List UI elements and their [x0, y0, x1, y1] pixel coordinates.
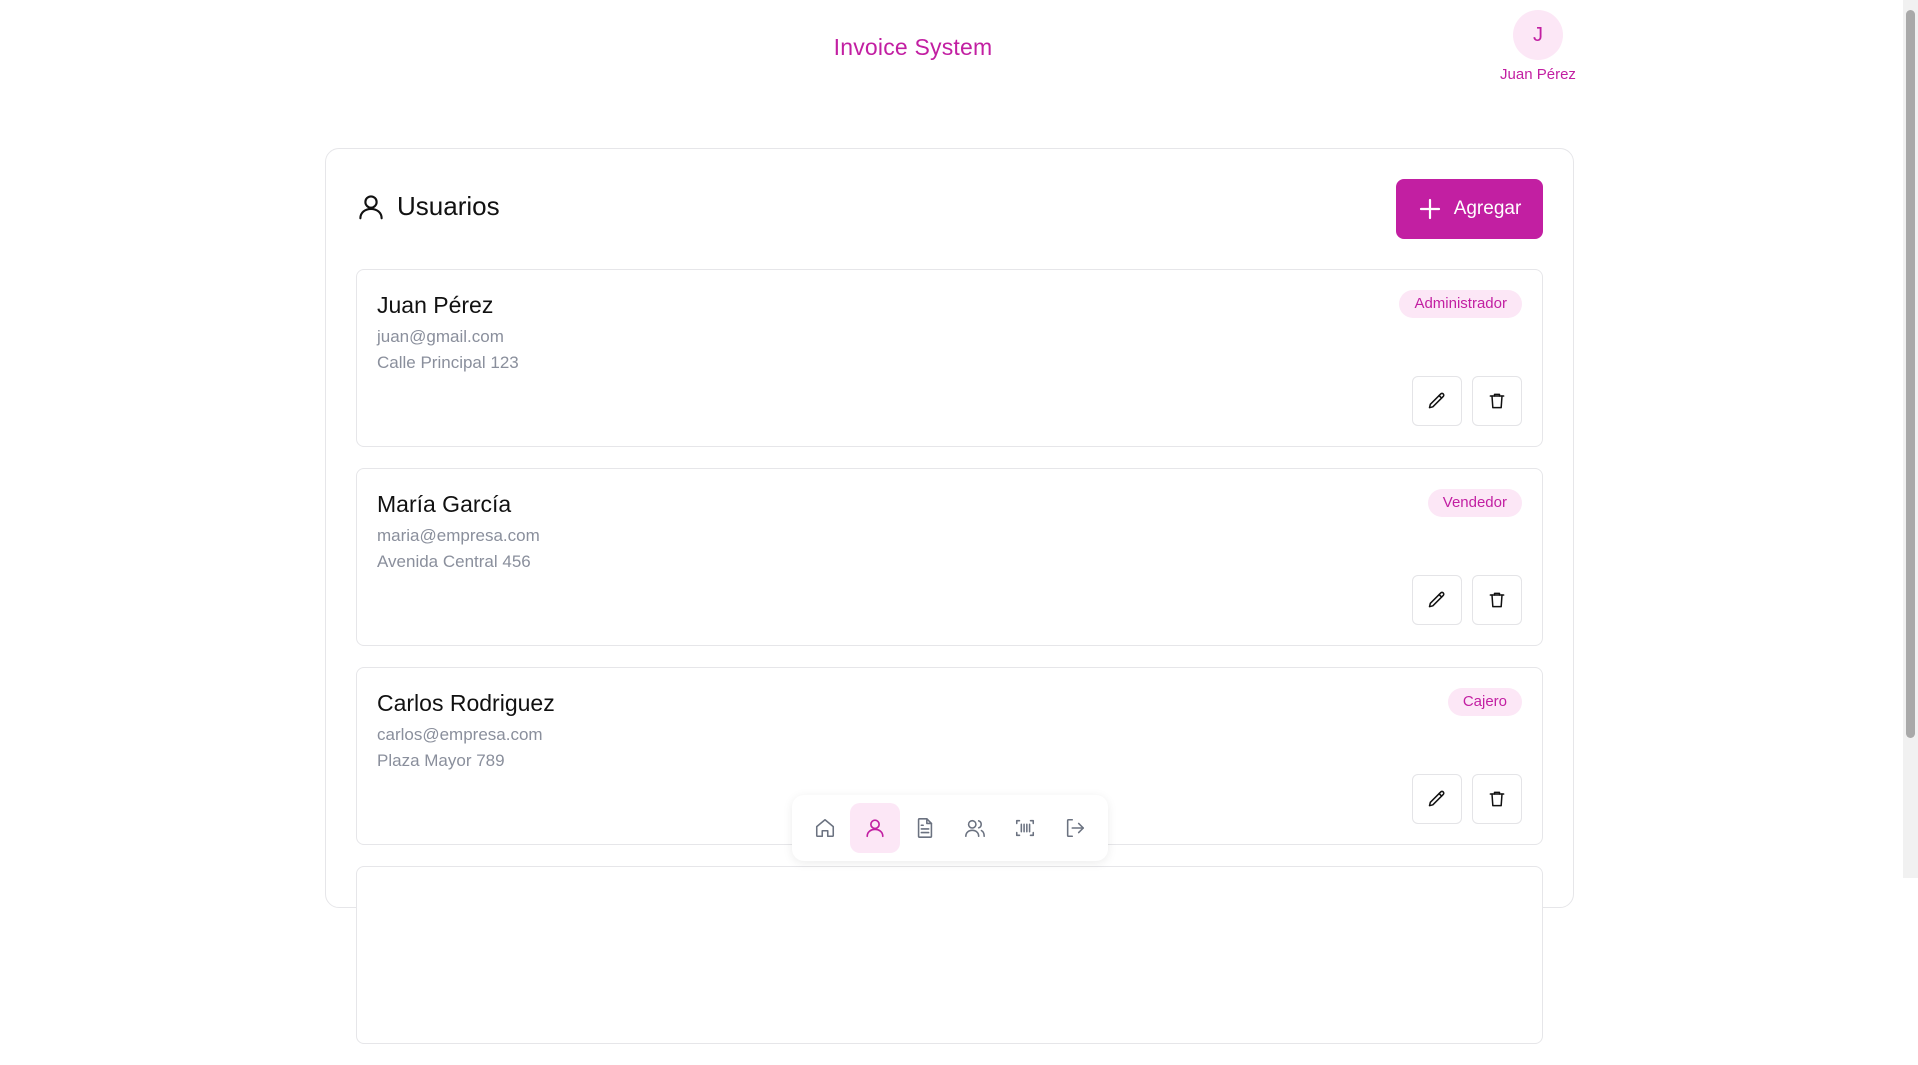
- user-card-name: Carlos Rodriguez: [377, 690, 555, 716]
- user-card-email: carlos@empresa.com: [377, 725, 543, 744]
- user-name: Juan Pérez: [1500, 66, 1576, 83]
- add-user-label: Agregar: [1453, 198, 1522, 219]
- user-card-email: juan@gmail.com: [377, 327, 504, 346]
- user-card: [356, 866, 1543, 1044]
- role-badge: Administrador: [1399, 290, 1522, 318]
- user-card-address: Avenida Central 456: [377, 552, 531, 571]
- delete-user-button[interactable]: [1472, 376, 1522, 426]
- user-list: Juan Pérez juan@gmail.com Calle Principa…: [356, 269, 1543, 1065]
- users-panel: Usuarios Agregar Juan Pérez juan@gmail.c…: [325, 148, 1574, 1044]
- scrollbar-thumb[interactable]: [1906, 10, 1915, 738]
- card-actions: [1412, 376, 1522, 426]
- bottom-nav: [792, 795, 1108, 861]
- logout-icon: [1066, 818, 1085, 838]
- avatar[interactable]: J: [1513, 10, 1563, 60]
- trash-icon: [1489, 791, 1505, 807]
- card-actions: [1412, 774, 1522, 824]
- barcode-scan-icon: [1015, 819, 1035, 837]
- edit-user-button[interactable]: [1412, 575, 1462, 625]
- panel-header: Usuarios Agregar: [356, 179, 1543, 239]
- plus-icon: [1419, 198, 1440, 220]
- role-badge: Vendedor: [1427, 489, 1522, 517]
- nav-invoices[interactable]: [900, 803, 950, 853]
- page-title-text: Usuarios: [397, 191, 500, 221]
- trash-icon: [1489, 592, 1505, 608]
- nav-logout[interactable]: [1050, 803, 1100, 853]
- nav-users-active[interactable]: [850, 803, 900, 853]
- users-icon: [965, 819, 985, 838]
- home-icon: [815, 818, 835, 838]
- role-badge: Cajero: [1447, 688, 1522, 716]
- user-card-name: Juan Pérez: [377, 292, 494, 318]
- pencil-icon: [1428, 790, 1445, 807]
- user-card-address: Plaza Mayor 789: [377, 751, 505, 770]
- trash-icon: [1489, 393, 1505, 409]
- edit-user-button[interactable]: [1412, 376, 1462, 426]
- user-icon: [359, 194, 383, 219]
- pencil-icon: [1428, 591, 1445, 608]
- nav-clients[interactable]: [950, 803, 1000, 853]
- pencil-icon: [1428, 392, 1445, 409]
- user-card-name: María García: [377, 491, 512, 517]
- nav-scanner[interactable]: [1000, 803, 1050, 853]
- page-title: Usuarios: [356, 191, 500, 222]
- scrollbar[interactable]: [1903, 0, 1918, 878]
- user-card-address: Calle Principal 123: [377, 353, 519, 372]
- user-card: Juan Pérez juan@gmail.com Calle Principa…: [356, 269, 1543, 447]
- delete-user-button[interactable]: [1472, 774, 1522, 824]
- nav-home[interactable]: [800, 803, 850, 853]
- user-icon: [866, 819, 884, 838]
- user-menu[interactable]: J Juan Pérez: [1498, 10, 1578, 83]
- card-actions: [1412, 575, 1522, 625]
- document-icon: [917, 818, 933, 838]
- user-card-email: maria@empresa.com: [377, 526, 540, 545]
- add-user-button[interactable]: Agregar: [1396, 179, 1543, 239]
- delete-user-button[interactable]: [1472, 575, 1522, 625]
- user-card: María García maria@empresa.com Avenida C…: [356, 468, 1543, 646]
- edit-user-button[interactable]: [1412, 774, 1462, 824]
